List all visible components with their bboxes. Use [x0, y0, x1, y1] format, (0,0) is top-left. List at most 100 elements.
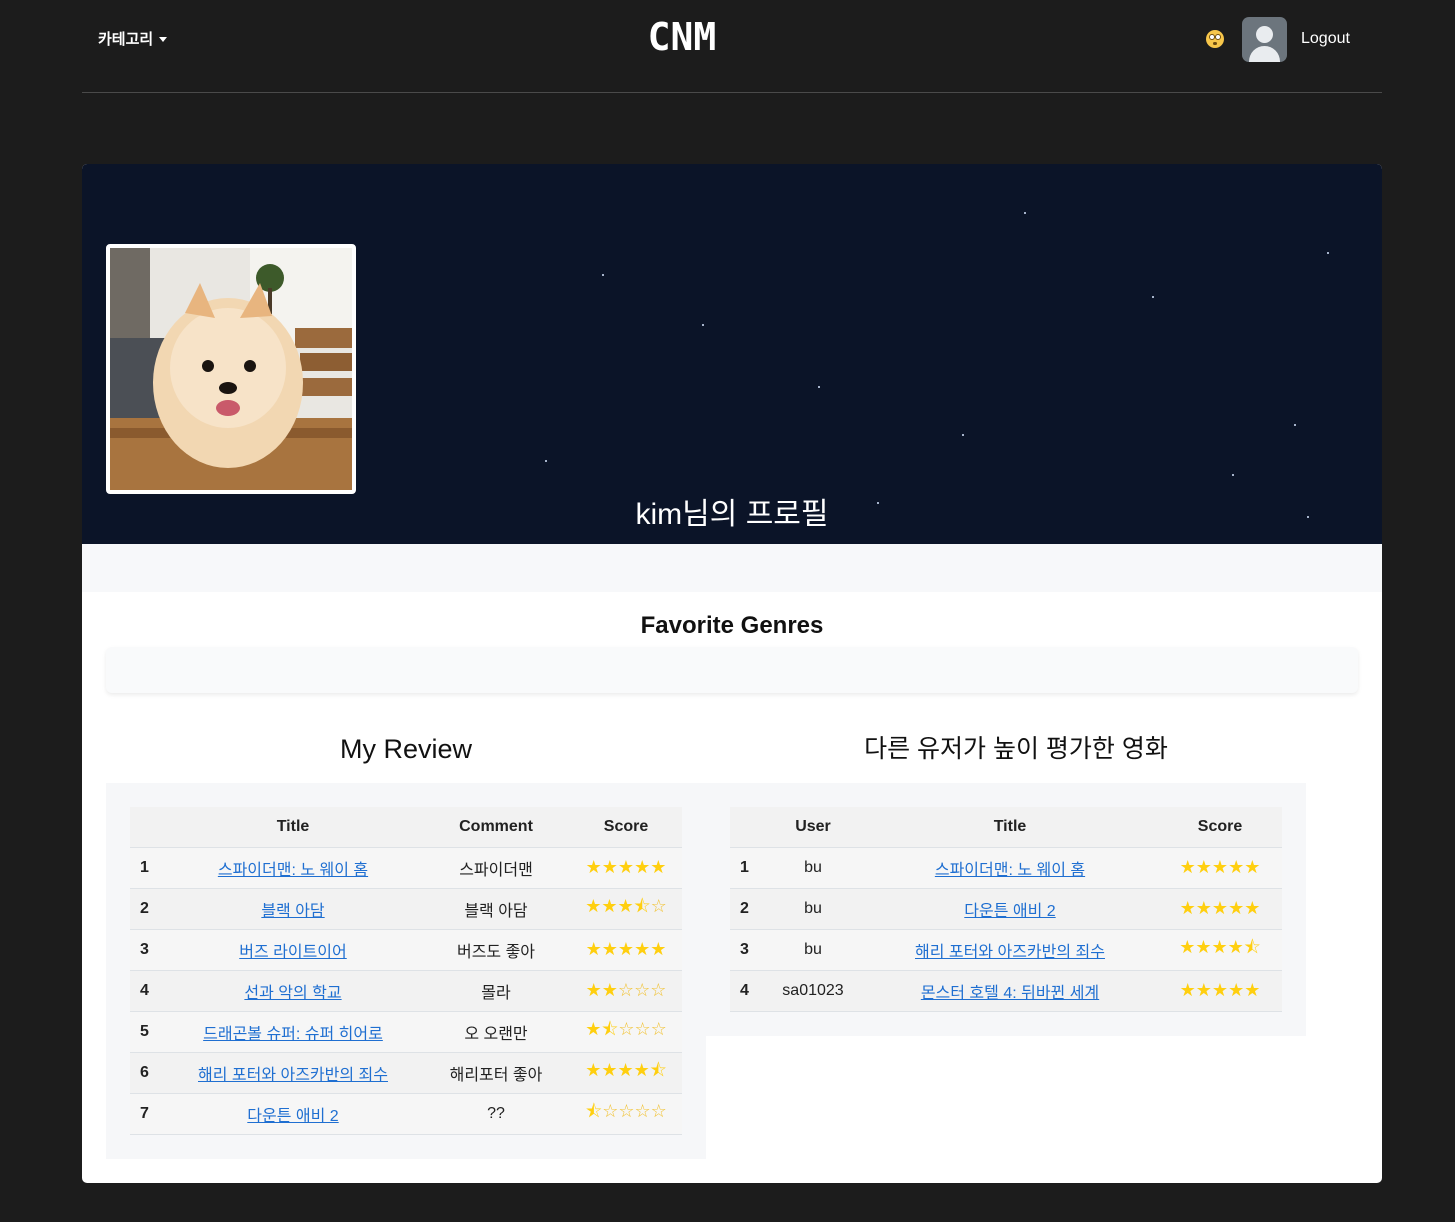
score-stars: ★★★★★ [570, 929, 682, 971]
star-half-icon: ⯪ [633, 895, 651, 917]
score-stars: ★★★★★ [1158, 970, 1282, 1012]
column-header: Score [1158, 807, 1282, 848]
star-empty-icon: ☆ [650, 980, 667, 1001]
star-full-icon: ★ [1228, 980, 1245, 1001]
score-stars: ★★★⯪☆ [570, 888, 682, 930]
column-header [130, 807, 164, 848]
table-row: 4 선과 악의 학교 몰라 ★★☆☆☆ [130, 970, 682, 1012]
user-avatar[interactable] [1242, 17, 1287, 62]
star-empty-icon: ☆ [650, 1018, 667, 1040]
star-rating: ⯪☆☆☆☆ [585, 1101, 667, 1122]
avatar-shoulders [1249, 46, 1280, 62]
profile-card: kim님의 프로필 Favorite Genres My Review Titl… [82, 164, 1382, 1183]
row-number: 5 [130, 1011, 164, 1053]
movie-title-link[interactable]: 스파이더맨: 노 웨이 홈 [218, 862, 368, 879]
column-header: Score [570, 807, 682, 848]
star-full-icon: ★ [634, 939, 651, 960]
star-full-icon: ★ [1179, 980, 1196, 1001]
star-full-icon: ★ [585, 980, 602, 1001]
star-rating: ★★★★★ [586, 939, 667, 960]
star-rating: ★★★★★ [1180, 857, 1261, 878]
star-full-icon: ★ [1228, 857, 1245, 878]
star-full-icon: ★ [1195, 898, 1212, 919]
user-name: bu [764, 888, 862, 930]
category-label: 카테고리 [98, 30, 154, 48]
favorite-genres-box [106, 647, 1358, 693]
score-stars: ★★★★★ [570, 847, 682, 889]
logout-button[interactable]: Logout [1301, 30, 1350, 48]
movie-title-link[interactable]: 해리 포터와 아즈카반의 죄수 [915, 944, 1105, 961]
column-header: User [764, 807, 862, 848]
score-stars: ⯪☆☆☆☆ [570, 1093, 682, 1135]
star-full-icon: ★ [601, 980, 618, 1001]
star-full-icon: ★ [634, 857, 651, 878]
star-half-icon: ⯪ [1243, 936, 1261, 958]
star-full-icon: ★ [1228, 898, 1245, 919]
banner-footer-strip [82, 544, 1382, 592]
review-comment: 오 오랜만 [422, 1011, 570, 1053]
my-review-title: My Review [339, 734, 473, 764]
review-comment: 몰라 [422, 970, 570, 1012]
table-row: 5 드래곤볼 슈퍼: 슈퍼 히어로 오 오랜만 ★⯪☆☆☆ [130, 1011, 682, 1053]
star-empty-icon: ☆ [650, 1100, 667, 1122]
star-full-icon: ★ [601, 895, 618, 917]
score-stars: ★★★★⯪ [1158, 929, 1282, 971]
star-rating: ★★★★★ [1180, 898, 1261, 919]
star-half-icon: ⯪ [601, 1018, 619, 1040]
dog-photo-image [110, 248, 352, 490]
my-review-rows: 1 스파이더맨: 노 웨이 홈 스파이더맨 ★★★★★ 2 블랙 아담 블랙 아담 ★★★⯪☆… [130, 847, 682, 1135]
emoji-mouth [1213, 42, 1217, 45]
star-rating: ★★★★★ [586, 857, 667, 878]
star-full-icon: ★ [1179, 857, 1196, 878]
profile-title: kim님의 프로필 [635, 498, 829, 531]
movie-title-link[interactable]: 선과 악의 학교 [244, 985, 341, 1002]
star-full-icon: ★ [585, 1059, 602, 1081]
cnm-logo[interactable]: CNM [642, 16, 722, 60]
star-empty-icon: ☆ [650, 895, 667, 917]
star-full-icon: ★ [1179, 936, 1196, 958]
star-full-icon: ★ [617, 857, 635, 878]
caret-down-icon [159, 37, 168, 42]
star-full-icon: ★ [1195, 857, 1212, 878]
emoji-eye-right [1215, 34, 1221, 40]
movie-title-link[interactable]: 몬스터 호텔 4: 뒤바뀐 세계 [921, 985, 1099, 1002]
row-number: 2 [130, 888, 164, 930]
star-full-icon: ★ [617, 939, 635, 960]
star-empty-icon: ☆ [617, 980, 635, 1001]
star-full-icon: ★ [633, 1059, 650, 1081]
movie-title-link[interactable]: 스파이더맨: 노 웨이 홈 [935, 862, 1085, 879]
star-full-icon: ★ [1211, 980, 1229, 1001]
review-comment: 블랙 아담 [422, 888, 570, 930]
row-number: 4 [730, 970, 764, 1012]
movie-title-link[interactable]: 버즈 라이트이어 [239, 944, 347, 961]
star-full-icon: ★ [1195, 936, 1212, 958]
table-row: 3 bu 해리 포터와 아즈카반의 죄수 ★★★★⯪ [730, 929, 1282, 971]
column-header: Comment [422, 807, 570, 848]
table-header-row: User Title Score [730, 807, 1282, 848]
movie-title-cell: 몬스터 호텔 4: 뒤바뀐 세계 [862, 970, 1158, 1012]
star-rating: ★★★★⯪ [585, 1060, 667, 1081]
others-table: User Title Score 1 bu 스파이더맨: 노 웨이 홈 ★★★★★ 2 b… [730, 807, 1282, 1012]
movie-title-cell: 해리 포터와 아즈카반의 죄수 [164, 1052, 422, 1094]
movie-title-link[interactable]: 블랙 아담 [261, 903, 324, 920]
movie-title-link[interactable]: 다운튼 애비 2 [964, 903, 1055, 920]
movie-title-cell: 다운튼 애비 2 [164, 1093, 422, 1135]
user-name: bu [764, 847, 862, 889]
movie-title-cell: 블랙 아담 [164, 888, 422, 930]
star-full-icon: ★ [1244, 898, 1261, 919]
review-comment: 스파이더맨 [422, 847, 570, 889]
my-review-table: Title Comment Score 1 스파이더맨: 노 웨이 홈 스파이더맨 ★… [130, 807, 682, 1135]
category-dropdown[interactable]: 카테고리 [98, 28, 168, 49]
row-number: 1 [730, 847, 764, 889]
star-half-icon: ⯪ [649, 1059, 667, 1081]
movie-title-link[interactable]: 드래곤볼 슈퍼: 슈퍼 히어로 [203, 1026, 383, 1043]
star-full-icon: ★ [585, 895, 602, 917]
movie-title-cell: 다운튼 애비 2 [862, 888, 1158, 930]
score-stars: ★★☆☆☆ [570, 970, 682, 1012]
star-full-icon: ★ [1244, 980, 1261, 1001]
movie-title-link[interactable]: 다운튼 애비 2 [247, 1108, 338, 1125]
others-panel: User Title Score 1 bu 스파이더맨: 노 웨이 홈 ★★★★★ 2 b… [706, 783, 1306, 1036]
table-row: 1 스파이더맨: 노 웨이 홈 스파이더맨 ★★★★★ [130, 847, 682, 889]
star-full-icon: ★ [650, 857, 667, 878]
movie-title-link[interactable]: 해리 포터와 아즈카반의 죄수 [198, 1067, 388, 1084]
